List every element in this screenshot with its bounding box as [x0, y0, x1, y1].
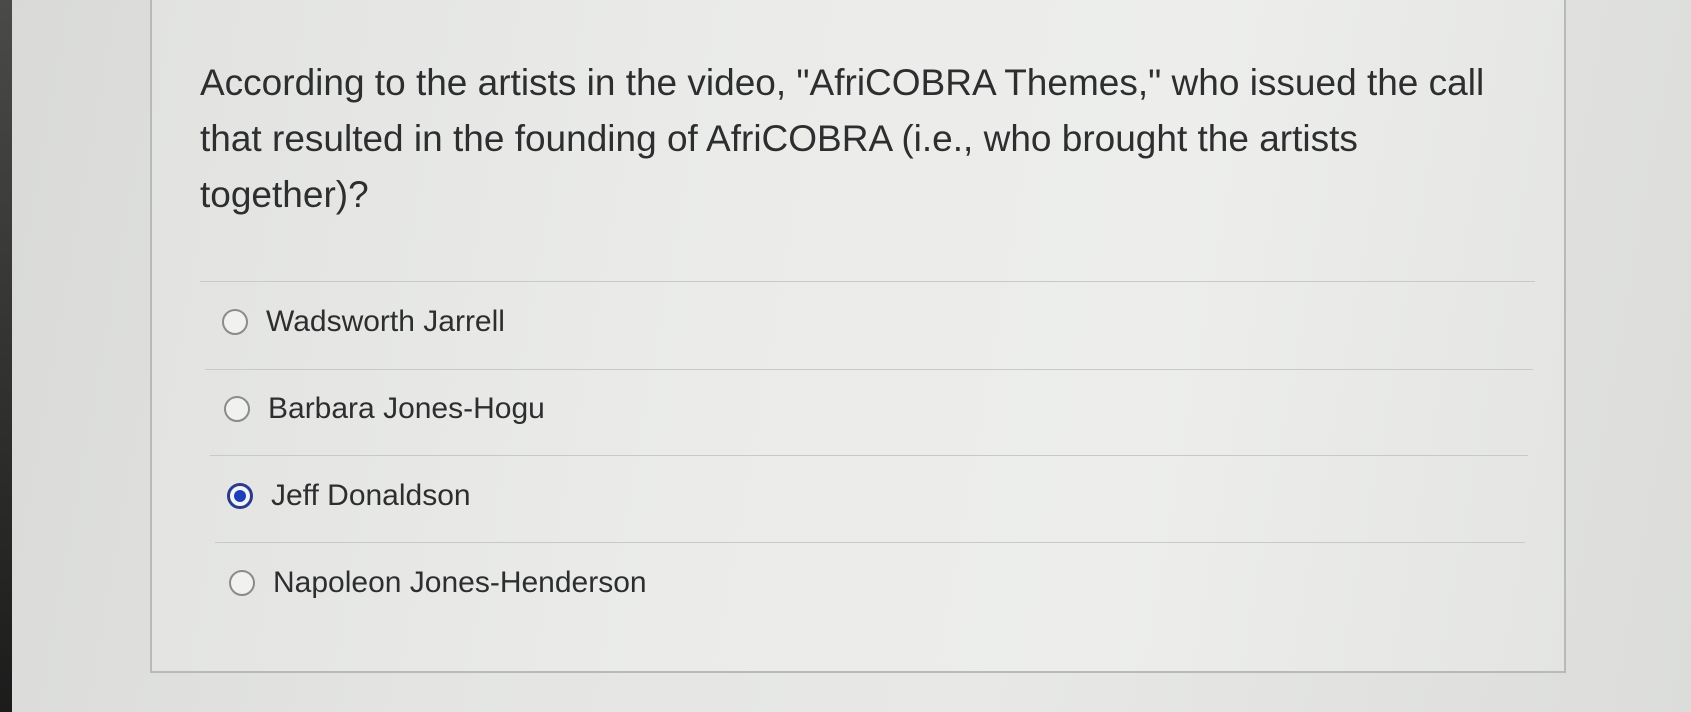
answer-label: Napoleon Jones-Henderson	[273, 566, 647, 599]
radio-button[interactable]	[224, 396, 250, 422]
radio-button[interactable]	[229, 570, 255, 596]
answer-divider	[210, 455, 1528, 456]
answer-option[interactable]: Barbara Jones-Hogu	[224, 392, 545, 426]
screen-bezel	[0, 0, 12, 712]
answer-label: Barbara Jones-Hogu	[268, 392, 545, 425]
radio-button-selected[interactable]	[227, 483, 253, 509]
answer-option[interactable]: Wadsworth Jarrell	[222, 305, 505, 339]
answer-option[interactable]: Jeff Donaldson	[227, 479, 471, 513]
answer-divider	[215, 542, 1525, 543]
answer-label: Jeff Donaldson	[271, 479, 471, 512]
radio-button[interactable]	[222, 309, 248, 335]
answer-divider	[200, 281, 1535, 282]
answer-label: Wadsworth Jarrell	[266, 305, 505, 338]
answer-divider	[205, 369, 1533, 370]
answer-option[interactable]: Napoleon Jones-Henderson	[229, 566, 647, 600]
question-text: According to the artists in the video, "…	[200, 62, 1485, 215]
